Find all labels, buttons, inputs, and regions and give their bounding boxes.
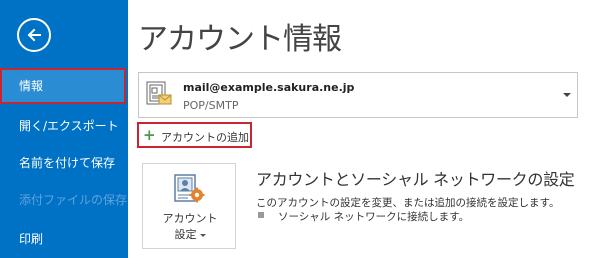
add-account-button[interactable]: + アカウントの追加 <box>137 122 252 148</box>
add-account-label: アカウントの追加 <box>161 131 249 144</box>
account-settings-label-line1: アカウント <box>162 212 218 225</box>
back-button[interactable] <box>17 18 51 52</box>
nav-item-print[interactable]: 印刷 <box>0 221 128 257</box>
plus-icon: + <box>143 126 156 144</box>
account-settings-label-line2: 設定 <box>143 226 237 242</box>
nav-item-save-as[interactable]: 名前を付けて保存 <box>0 145 128 181</box>
nav-item-info[interactable]: 情報 <box>0 68 126 104</box>
account-selector[interactable]: mail@example.sakura.ne.jp POP/SMTP <box>138 72 578 118</box>
nav-item-save-attachments[interactable]: 添付ファイルの保存 <box>0 182 128 218</box>
section-heading: アカウントとソーシャル ネットワークの設定 <box>256 170 575 189</box>
backstage-sidebar: 情報 開く/エクスポート 名前を付けて保存 添付ファイルの保存 印刷 <box>0 0 128 258</box>
account-card-icon <box>146 81 172 105</box>
bullet-icon <box>258 212 264 218</box>
page-title: アカウント情報 <box>138 22 342 57</box>
account-settings-button[interactable]: アカウント 設定 <box>142 163 236 249</box>
chevron-down-icon <box>199 233 206 237</box>
back-arrow-icon <box>27 28 41 42</box>
account-type: POP/SMTP <box>183 99 239 112</box>
nav-item-open-export[interactable]: 開く/エクスポート <box>0 108 128 144</box>
account-email: mail@example.sakura.ne.jp <box>183 81 355 94</box>
account-settings-icon <box>174 174 205 203</box>
section-bullet-text: ソーシャル ネットワークに接続します。 <box>278 211 470 223</box>
dropdown-caret-icon[interactable] <box>563 93 571 97</box>
account-settings-label-line2-text: 設定 <box>174 228 197 241</box>
section-description: このアカウントの設定を変更、または追加の接続を設定します。 <box>256 197 560 209</box>
